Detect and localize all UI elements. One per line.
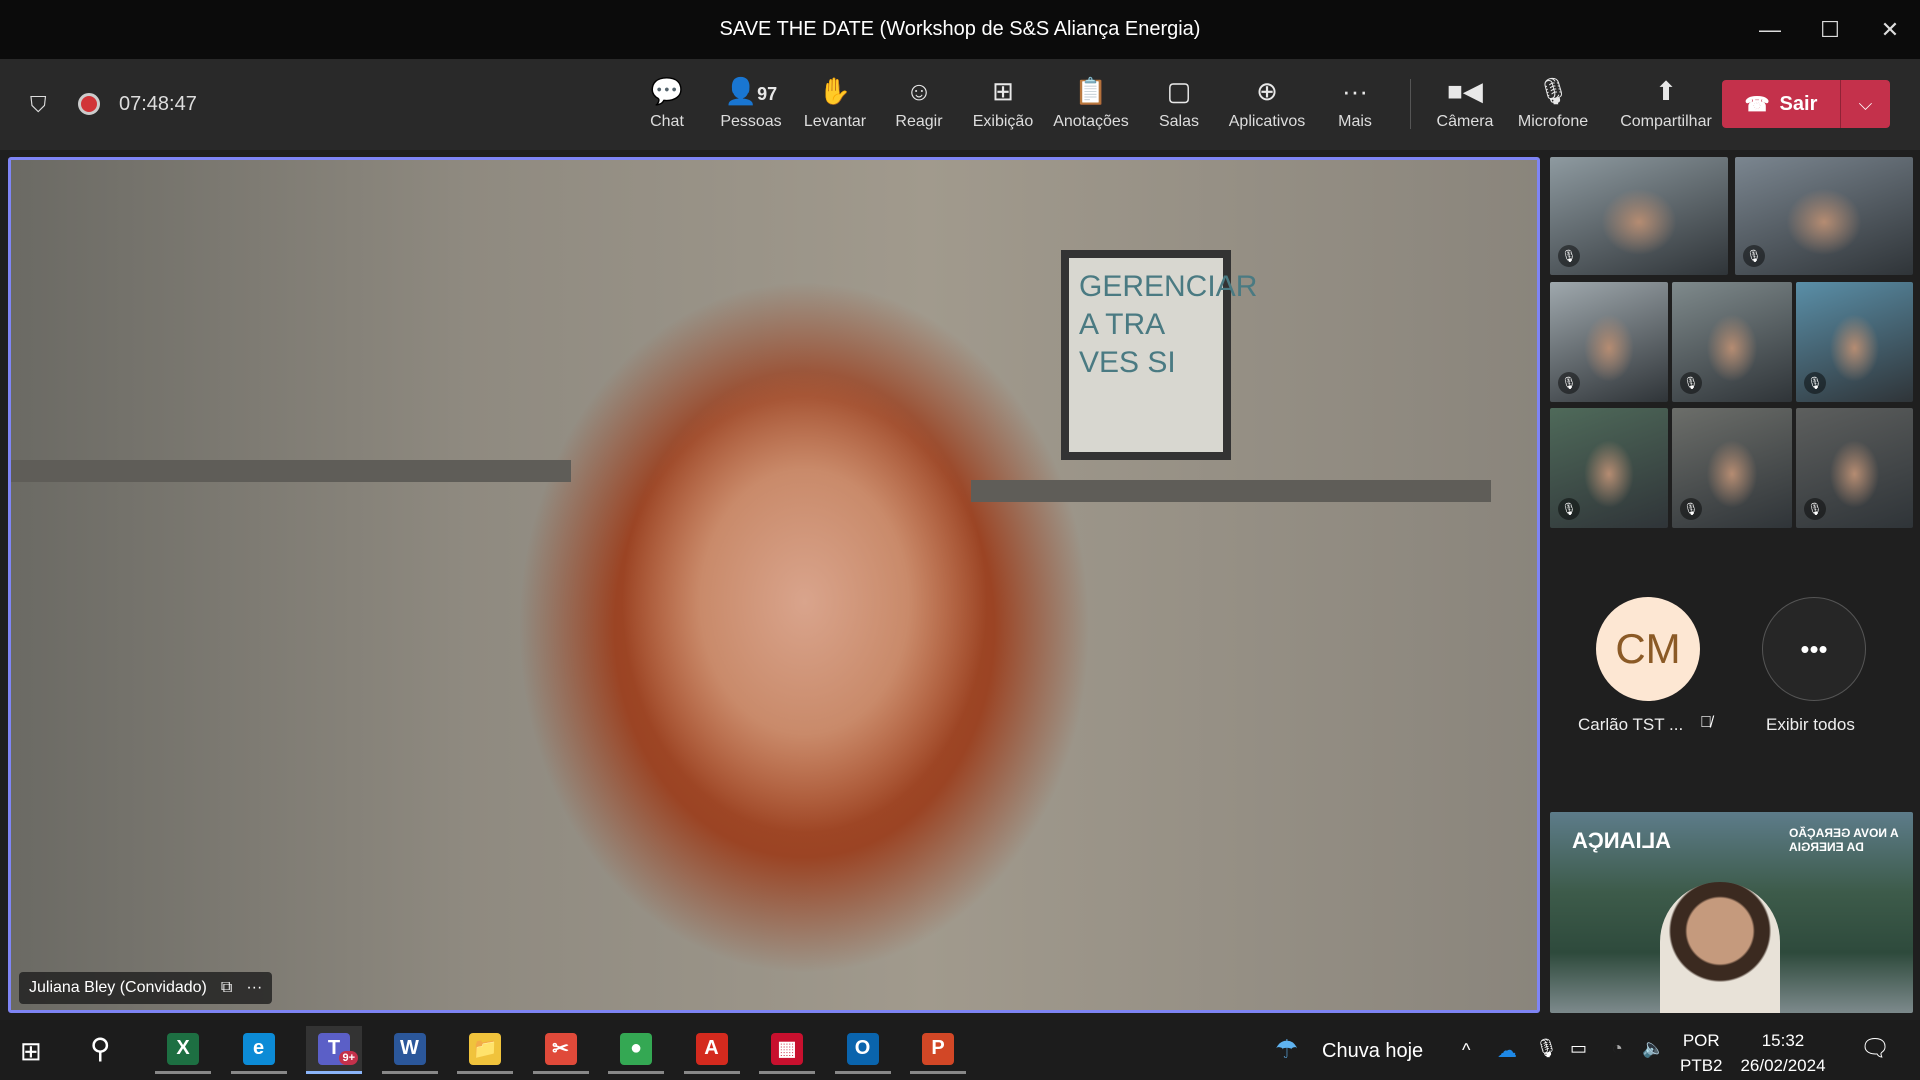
- search-icon[interactable]: ⚲: [90, 1032, 111, 1065]
- taskbar-teams-icon[interactable]: T 9+: [306, 1026, 362, 1074]
- salas-button[interactable]: ▢ Salas: [1134, 73, 1224, 143]
- weather-rain-icon: ☂: [1275, 1034, 1299, 1064]
- mic-off-icon: 🎙: [1804, 498, 1826, 520]
- screen-share-icon: ⧉: [220, 979, 233, 996]
- exibição-button[interactable]: ⊞ Exibição: [958, 73, 1048, 143]
- rooms-icon: ▢: [1166, 76, 1192, 106]
- leave-options-chevron-icon[interactable]: ⌵: [1840, 80, 1890, 128]
- title-bar: SAVE THE DATE (Workshop de S&S Aliança E…: [0, 0, 1920, 59]
- anotações-button[interactable]: 📋 Anotações: [1046, 73, 1136, 143]
- windows-taskbar: ⊞ ⚲ Xe T 9+ W 📁 ✂ ● A ▦ O P ☂ Chuva hoje ^ ☁ 🎙 ▭ ◔…: [0, 1020, 1920, 1080]
- meeting-toolbar: ⛉ 07:48:47 💬 Chat 👤97 Pessoas ✋ Levantar…: [0, 59, 1920, 150]
- language-indicator[interactable]: POR PTB2: [1680, 1028, 1723, 1078]
- wifi-icon[interactable]: ◔: [1612, 1038, 1623, 1059]
- levantar-button[interactable]: ✋ Levantar: [790, 73, 880, 143]
- participant-video-tile[interactable]: 🎙: [1796, 282, 1913, 402]
- phone-icon: ☎: [1744, 93, 1770, 116]
- taskbar-acrobat-icon[interactable]: A: [683, 1026, 740, 1074]
- leave-button-group: ☎ Sair ⌵: [1722, 80, 1890, 128]
- participant-video-tile[interactable]: 🎙: [1796, 408, 1913, 528]
- participant-name: Carlão TST ...: [1578, 715, 1684, 734]
- close-button[interactable]: ✕: [1860, 0, 1920, 59]
- battery-icon[interactable]: ▭: [1570, 1038, 1587, 1059]
- shield-icon[interactable]: ⛉: [30, 92, 47, 118]
- smiley-icon: ☺: [905, 76, 933, 106]
- bookshelf: [971, 480, 1491, 502]
- reagir-button[interactable]: ☺ Reagir: [874, 73, 964, 143]
- mic-off-icon: 🎙: [1558, 372, 1580, 394]
- leave-button[interactable]: ☎ Sair: [1722, 80, 1840, 128]
- minimize-button[interactable]: —: [1740, 0, 1800, 59]
- chevron-up-icon[interactable]: ^: [1462, 1040, 1470, 1061]
- people-icon: 👤97: [724, 76, 778, 106]
- maximize-button[interactable]: ☐: [1800, 0, 1860, 59]
- show-all-label[interactable]: Exibir todos: [1766, 715, 1855, 735]
- speaker-name-tag: Juliana Bley (Convidado) ⧉ ···: [19, 972, 273, 1004]
- participant-video-tile[interactable]: 🎙: [1550, 157, 1728, 275]
- speaker-name: Juliana Bley (Convidado): [29, 979, 207, 996]
- taskbar-powerpoint-icon[interactable]: P: [910, 1026, 966, 1074]
- camera-icon: ■◀: [1447, 76, 1483, 106]
- notifications-icon[interactable]: 🗨: [1860, 1034, 1890, 1063]
- volume-icon[interactable]: 🔈: [1642, 1038, 1664, 1059]
- mic-off-icon: 🎙̸: [1700, 714, 1712, 731]
- clock[interactable]: 15:32 26/02/2024: [1735, 1028, 1831, 1078]
- share-button[interactable]: ⬆ Compartilhar: [1606, 73, 1726, 143]
- taskbar-word-icon[interactable]: W: [381, 1026, 438, 1074]
- brand-logo: ALIANÇA: [1572, 828, 1671, 853]
- hand-icon: ✋: [818, 76, 852, 106]
- brand-tagline: A NOVA GERAÇÃO DA ENERGIA: [1789, 826, 1899, 854]
- participant-video-tile[interactable]: 🎙: [1735, 157, 1913, 275]
- mic-off-icon: 🎙: [1558, 245, 1580, 267]
- recording-icon: [78, 93, 100, 115]
- weather-text[interactable]: Chuva hoje: [1322, 1040, 1423, 1063]
- pessoas-button[interactable]: 👤97 Pessoas: [706, 73, 796, 143]
- mic-off-button[interactable]: 🎙 Microfone: [1508, 73, 1598, 143]
- shared-content-tile[interactable]: ALIANÇA A NOVA GERAÇÃO DA ENERGIA: [1550, 812, 1913, 1013]
- more-icon: ···: [1342, 76, 1368, 106]
- participant-video: [1660, 882, 1780, 1013]
- mic-off-icon: 🎙: [1680, 372, 1702, 394]
- teams-badge: 9+: [339, 1051, 358, 1065]
- participant-video-tile[interactable]: 🎙: [1672, 282, 1792, 402]
- apps-icon: ⊕: [1256, 76, 1278, 106]
- taskbar-explorer-icon[interactable]: 📁: [457, 1026, 513, 1074]
- wall-poster: GERENCIAR A TRA VES SI: [1061, 250, 1257, 460]
- show-all-button[interactable]: •••: [1762, 597, 1866, 701]
- mic-off-icon: 🎙: [1536, 76, 1570, 106]
- participant-video-tile[interactable]: 🎙: [1550, 282, 1668, 402]
- taskbar-security-icon[interactable]: ▦: [759, 1026, 815, 1074]
- taskbar-chrome-icon[interactable]: ●: [608, 1026, 664, 1074]
- chat-button[interactable]: 💬 Chat: [622, 73, 712, 143]
- notes-icon: 📋: [1074, 76, 1108, 106]
- onedrive-icon[interactable]: ☁: [1497, 1038, 1517, 1063]
- taskbar-excel-icon[interactable]: X: [155, 1026, 211, 1074]
- more-icon: •••: [1800, 633, 1828, 664]
- mais-button[interactable]: ··· Mais: [1310, 73, 1400, 143]
- chat-icon: 💬: [650, 76, 684, 106]
- people-count: 97: [757, 84, 778, 104]
- microphone-icon[interactable]: 🎙: [1535, 1038, 1558, 1059]
- grid-icon: ⊞: [992, 76, 1014, 106]
- mic-off-icon: 🎙: [1743, 245, 1765, 267]
- meeting-timer: 07:48:47: [119, 93, 197, 115]
- avatar[interactable]: CM: [1596, 597, 1700, 701]
- main-video-tile[interactable]: GERENCIAR A TRA VES SI Juliana Bley (Con…: [8, 157, 1540, 1013]
- participant-video-tile[interactable]: 🎙: [1550, 408, 1668, 528]
- taskbar-outlook-icon[interactable]: O: [834, 1026, 891, 1074]
- window-title: SAVE THE DATE (Workshop de S&S Aliança E…: [719, 18, 1201, 40]
- taskbar-snipping-icon[interactable]: ✂: [532, 1026, 589, 1074]
- toolbar-divider: [1410, 79, 1411, 129]
- mic-off-icon: 🎙: [1680, 498, 1702, 520]
- more-options-icon[interactable]: ···: [246, 979, 262, 997]
- share-icon: ⬆: [1655, 76, 1677, 106]
- participant-video-tile[interactable]: 🎙: [1672, 408, 1792, 528]
- windows-start-icon[interactable]: ⊞: [20, 1036, 42, 1067]
- mic-off-icon: 🎙: [1558, 498, 1580, 520]
- taskbar-edge-icon[interactable]: e: [230, 1026, 287, 1074]
- camera-button[interactable]: ■◀ Câmera: [1420, 73, 1510, 143]
- aplicativos-button[interactable]: ⊕ Aplicativos: [1222, 73, 1312, 143]
- mic-off-icon: 🎙: [1804, 372, 1826, 394]
- bookshelf: [11, 460, 571, 482]
